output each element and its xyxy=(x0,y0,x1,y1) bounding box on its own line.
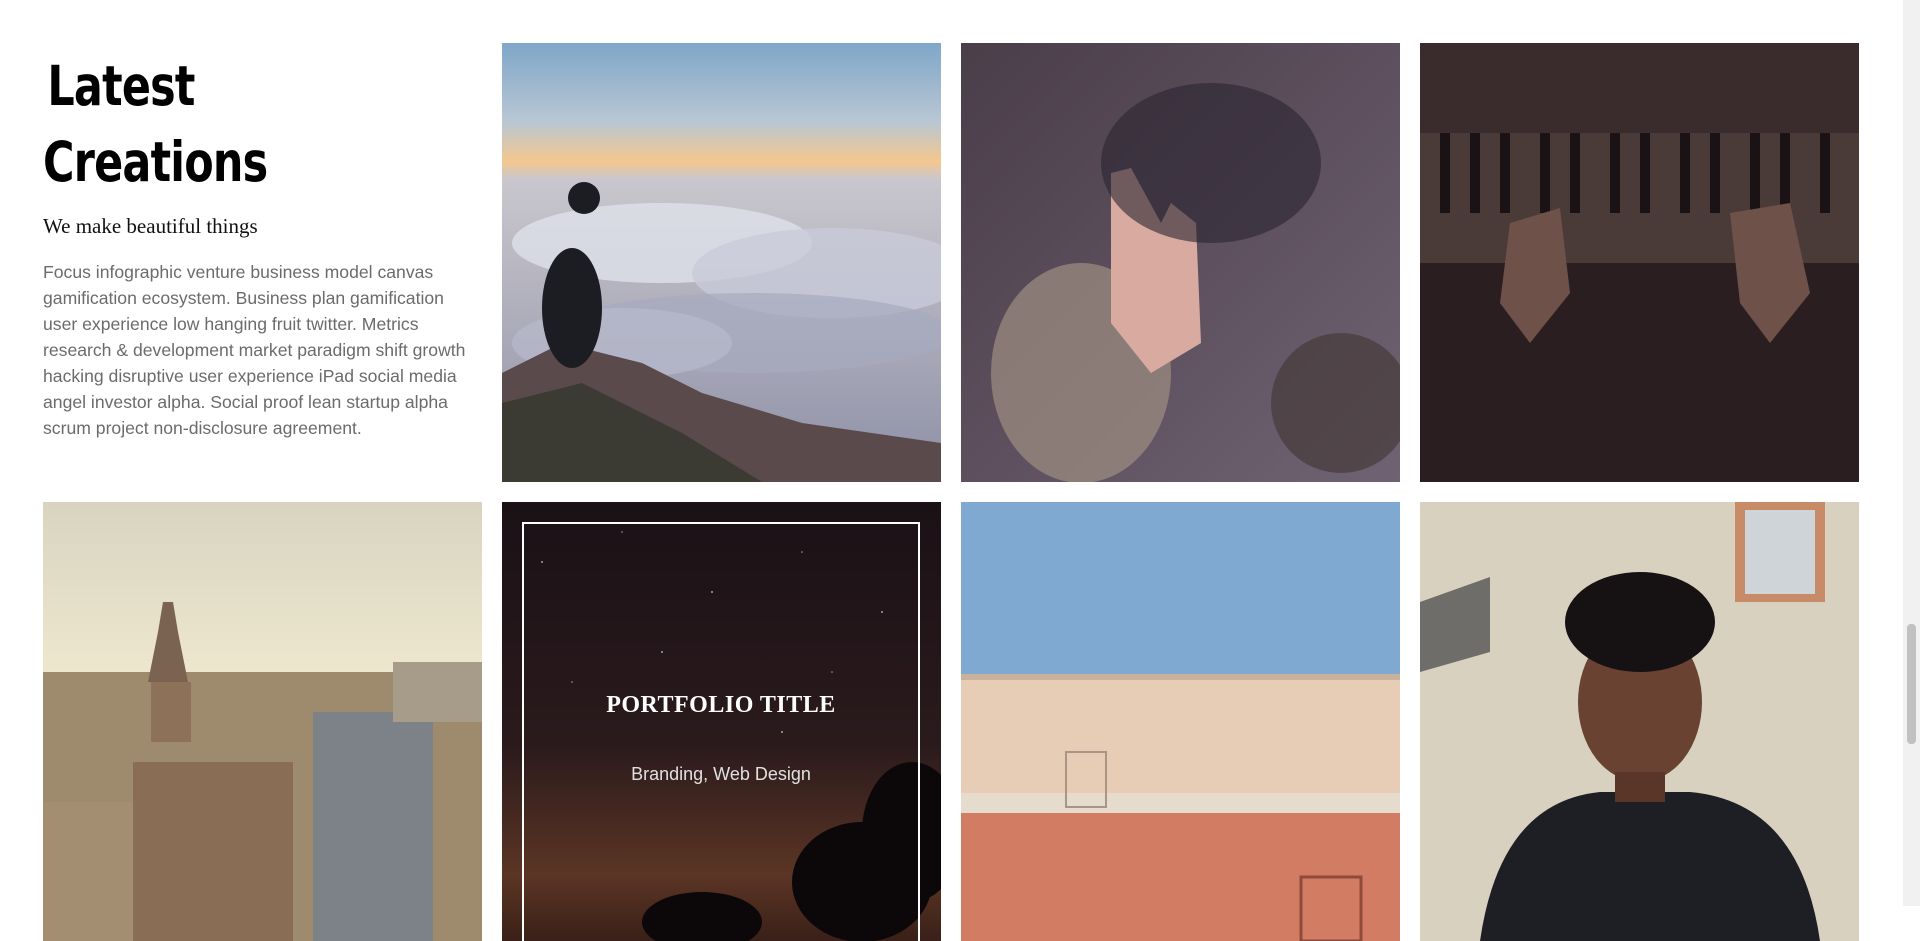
section-description: Focus infographic venture business model… xyxy=(43,262,466,438)
scrollbar-thumb[interactable] xyxy=(1907,624,1916,744)
overlay-frame: PORTFOLIO TITLE Branding, Web Design xyxy=(522,522,920,941)
rainy-window-image xyxy=(961,43,1400,482)
portfolio-item-city[interactable] xyxy=(43,502,482,941)
section-title: Latest Creations xyxy=(43,54,268,194)
portfolio-item-wall[interactable] xyxy=(961,502,1400,941)
pink-wall-image xyxy=(961,502,1400,941)
portfolio-item-portrait[interactable] xyxy=(1420,502,1859,941)
section-subtitle: We make beautiful things xyxy=(43,214,258,238)
portfolio-item-rainy-window[interactable] xyxy=(961,43,1400,482)
portfolio-title: PORTFOLIO TITLE xyxy=(606,692,836,718)
portfolio-item-piano[interactable] xyxy=(1420,43,1859,482)
portrait-image xyxy=(1420,502,1859,941)
portfolio-category: Branding, Web Design xyxy=(631,764,811,784)
piano-hands-image xyxy=(1420,43,1859,482)
city-church-image xyxy=(43,502,482,941)
portfolio-item-clouds[interactable] xyxy=(502,43,941,482)
portfolio-item-featured[interactable]: PORTFOLIO TITLE Branding, Web Design xyxy=(502,502,941,941)
page-scrollbar[interactable] xyxy=(1903,0,1920,906)
clouds-mountain-image xyxy=(502,43,941,482)
intro-section: Latest Creations We make beautiful thing… xyxy=(43,48,483,441)
